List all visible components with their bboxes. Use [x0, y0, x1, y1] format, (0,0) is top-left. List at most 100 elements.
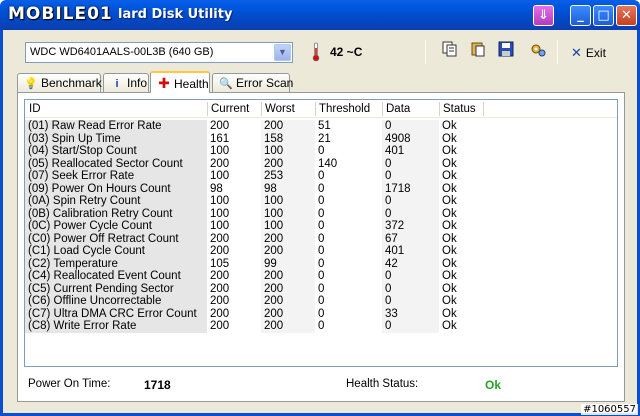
table-cell: 200 [261, 320, 315, 333]
table-cell: 0 [318, 270, 325, 282]
column-header[interactable]: ID [29, 103, 41, 115]
table-row[interactable]: (C1) Load Cycle Count 200 200 0 401 Ok [25, 245, 479, 258]
maximize-button[interactable]: □ [593, 5, 614, 26]
health-status-label: Health Status: [346, 378, 419, 390]
table-cell: 0 [382, 282, 439, 295]
table-cell: 0 [382, 170, 439, 183]
watermark-logo: MOBILE01 [8, 4, 113, 24]
tab-health[interactable]: ✚ Health [150, 71, 210, 93]
search-icon: 🔍 [219, 78, 233, 90]
table-cell: 0 [318, 145, 325, 157]
table-row[interactable]: (09) Power On Hours Count 98 98 0 1718 Ok [25, 182, 479, 195]
table-row[interactable]: (01) Raw Read Error Rate 200 200 51 0 Ok [25, 120, 479, 133]
table-cell: (C4) Reallocated Event Count [25, 270, 207, 283]
thermometer-icon [312, 42, 320, 62]
table-cell: Ok [442, 320, 457, 332]
column-header[interactable]: Worst [265, 103, 295, 115]
table-row[interactable]: (0A) Spin Retry Count 100 100 0 0 Ok [25, 195, 479, 208]
table-cell: 51 [318, 120, 331, 132]
table-cell: 100 [210, 207, 230, 220]
copy-icon[interactable] [439, 41, 461, 63]
table-row[interactable]: (03) Spin Up Time 161 158 21 4908 Ok [25, 132, 479, 145]
tab-label: Benchmark [41, 76, 102, 90]
attribute-table: (01) Raw Read Error Rate 200 200 51 0 Ok (03) … [25, 120, 479, 333]
table-cell: (07) Seek Error Rate [25, 170, 207, 183]
table-cell: 0 [382, 295, 439, 308]
table-cell: 0 [318, 207, 325, 220]
table-cell: 200 [210, 157, 230, 170]
table-cell: 100 [210, 170, 230, 182]
table-cell: (01) Raw Read Error Rate [25, 120, 207, 133]
close-button[interactable]: ✕ [616, 5, 637, 26]
table-cell: 100 [210, 220, 230, 232]
table-cell: Ok [442, 245, 457, 257]
table-cell: (09) Power On Hours Count [25, 182, 207, 195]
tab-benchmark[interactable]: 💡 Benchmark [17, 73, 102, 92]
list-header: ID Current Worst Threshold Data Status [25, 100, 617, 118]
app-window: WDC WD6401AALS-00L3B (640 GB) ▼ 42 ~C ✕ E… [0, 30, 640, 416]
table-row[interactable]: (C2) Temperature 105 99 0 42 Ok [25, 257, 479, 270]
table-cell: 200 [210, 307, 230, 320]
table-cell: 0 [318, 320, 325, 332]
table-cell: (0C) Power Cycle Count [25, 220, 207, 233]
table-cell: Ok [442, 195, 457, 207]
table-cell: 200 [261, 157, 315, 170]
table-row[interactable]: (0C) Power Cycle Count 100 100 0 372 Ok [25, 220, 479, 233]
tab-label: Info [127, 76, 148, 90]
toolbar-separator [557, 40, 558, 64]
table-cell: 200 [261, 307, 315, 320]
table-cell: 200 [210, 282, 230, 295]
table-cell: Ok [442, 145, 457, 157]
column-header[interactable]: Threshold [319, 103, 370, 115]
table-cell: 200 [261, 120, 315, 133]
table-cell: (05) Reallocated Sector Count [25, 157, 207, 170]
save-icon[interactable] [495, 41, 517, 63]
title-bar: MOBILE01 lard Disk Utility ⇓ _ □ ✕ [0, 0, 640, 30]
table-cell: 67 [382, 232, 439, 245]
table-row[interactable]: (C0) Power Off Retract Count 200 200 0 67 Ok [25, 232, 479, 245]
table-cell: (C7) Ultra DMA CRC Error Count [25, 307, 207, 320]
table-row[interactable]: (C7) Ultra DMA CRC Error Count 200 200 0 33 O… [25, 307, 479, 320]
table-row[interactable]: (C4) Reallocated Event Count 200 200 0 0 Ok [25, 270, 479, 283]
table-cell: 1718 [382, 182, 439, 195]
table-row[interactable]: (C8) Write Error Rate 200 200 0 0 Ok [25, 320, 479, 333]
table-row[interactable]: (0B) Calibration Retry Count 100 100 0 0 Ok [25, 207, 479, 220]
exit-label: Exit [585, 46, 606, 60]
table-cell: 33 [382, 307, 439, 320]
table-cell: 200 [261, 282, 315, 295]
close-icon: ✕ [571, 45, 582, 60]
power-on-label: Power On Time: [28, 378, 111, 390]
table-row[interactable]: (C6) Offline Uncorrectable 200 200 0 0 Ok [25, 295, 479, 308]
table-row[interactable]: (07) Seek Error Rate 100 253 0 0 Ok [25, 170, 479, 183]
info-icon: i [115, 78, 119, 90]
column-header[interactable]: Data [386, 103, 410, 115]
drive-select[interactable]: WDC WD6401AALS-00L3B (640 GB) ▼ [25, 42, 293, 63]
settings-icon[interactable] [527, 41, 549, 63]
table-cell: (0A) Spin Retry Count [25, 195, 207, 208]
table-row[interactable]: (C5) Current Pending Sector 200 200 0 0 Ok [25, 282, 479, 295]
table-cell: (04) Start/Stop Count [25, 145, 207, 158]
tab-info[interactable]: i Info [103, 73, 149, 92]
table-row[interactable]: (04) Start/Stop Count 100 100 0 401 Ok [25, 145, 479, 158]
table-cell: 200 [261, 232, 315, 245]
chevron-down-icon[interactable]: ▼ [274, 44, 291, 61]
table-cell: 200 [210, 245, 230, 257]
exit-button[interactable]: ✕ Exit [571, 45, 606, 61]
smart-attribute-list[interactable]: ID Current Worst Threshold Data Status (… [24, 99, 618, 367]
table-row[interactable]: (05) Reallocated Sector Count 200 200 140 0 O… [25, 157, 479, 170]
toolbar: WDC WD6401AALS-00L3B (640 GB) ▼ 42 ~C ✕ E… [25, 40, 625, 64]
column-header[interactable]: Status [443, 103, 476, 115]
table-cell: 0 [382, 195, 439, 208]
table-cell: Ok [442, 120, 457, 132]
tab-error-scan[interactable]: 🔍 Error Scan [212, 73, 293, 92]
table-cell: 200 [210, 120, 230, 132]
download-icon[interactable]: ⇓ [533, 5, 554, 26]
table-cell: 100 [261, 220, 315, 233]
paste-icon[interactable] [467, 41, 489, 63]
minimize-button[interactable]: _ [570, 5, 591, 26]
table-cell: 100 [261, 145, 315, 158]
table-cell: Ok [442, 220, 457, 232]
table-cell: 161 [210, 132, 230, 145]
column-header[interactable]: Current [211, 103, 249, 115]
table-cell: Ok [442, 182, 457, 195]
